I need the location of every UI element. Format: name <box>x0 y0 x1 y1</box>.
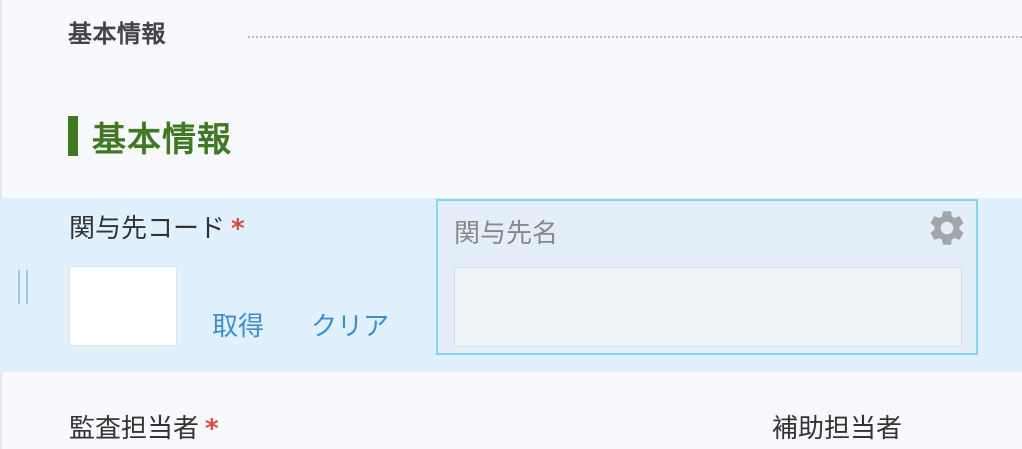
required-mark: * <box>205 414 219 444</box>
client-code-label-text: 関与先コード <box>69 214 226 244</box>
auditor-label-text: 監査担当者 <box>69 414 200 444</box>
section-heading-title: 基本情報 <box>92 119 232 160</box>
gear-icon[interactable] <box>926 207 968 249</box>
client-code-label: 関与先コード * <box>69 208 245 245</box>
client-name-field[interactable]: 関与先名 <box>436 199 978 355</box>
client-name-input[interactable] <box>454 267 962 347</box>
header-divider <box>248 36 1022 38</box>
client-name-label: 関与先名 <box>454 219 559 249</box>
section-heading: 基本情報 <box>68 114 232 160</box>
client-code-input[interactable] <box>69 266 177 346</box>
auditor-label: 監査担当者 * <box>69 408 219 445</box>
drag-handle-icon[interactable] <box>18 270 30 304</box>
required-mark: * <box>231 214 245 244</box>
heading-accent-bar <box>68 116 78 156</box>
section-header: 基本情報 <box>68 20 166 48</box>
clear-link[interactable]: クリア <box>311 306 389 343</box>
get-link[interactable]: 取得 <box>212 306 264 343</box>
assistant-label: 補助担当者 <box>772 414 903 444</box>
